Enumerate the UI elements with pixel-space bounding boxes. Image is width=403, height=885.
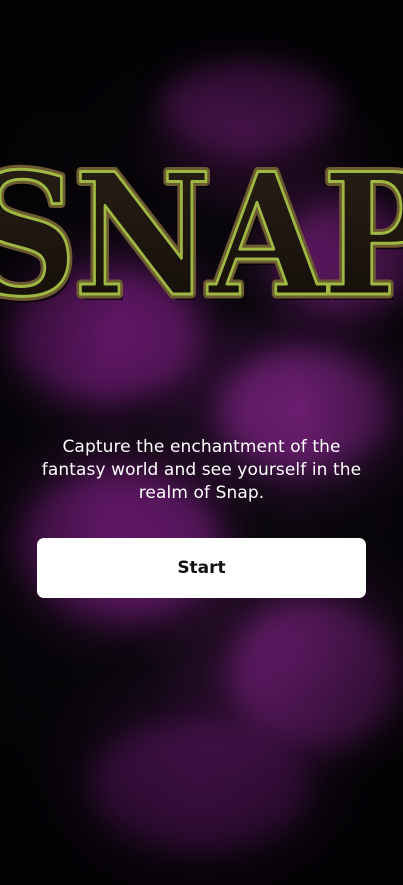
tagline: Capture the enchantment of the fantasy w… bbox=[41, 437, 362, 503]
splash-screen: SNAP SNAP SNAP Capture the enchantment o… bbox=[0, 0, 403, 885]
logo-letters: SNAP bbox=[0, 136, 403, 334]
smoke-background bbox=[230, 600, 400, 750]
snap-logo: SNAP SNAP SNAP bbox=[0, 128, 403, 340]
start-button[interactable]: Start bbox=[37, 538, 366, 598]
smoke-background bbox=[90, 720, 310, 850]
snap-logo-graphic: SNAP SNAP SNAP bbox=[0, 132, 403, 340]
